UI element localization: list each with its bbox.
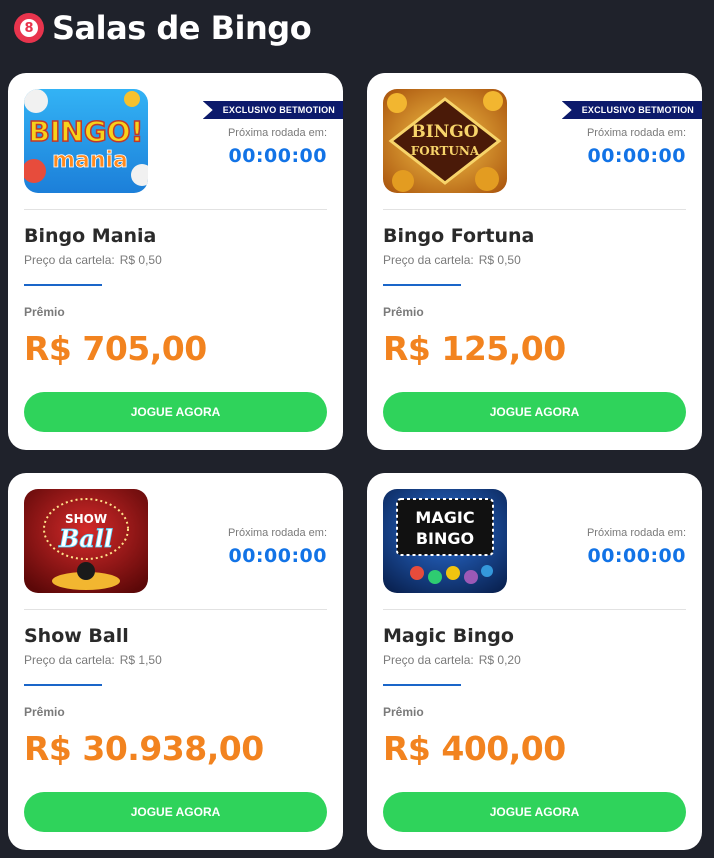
countdown-timer: 00:00:00: [228, 545, 327, 567]
thumb-title: MAGIC: [415, 508, 474, 527]
prize-value: R$ 30.938,00: [24, 729, 264, 768]
countdown-timer: 00:00:00: [587, 545, 686, 567]
price-label: Preço da cartela:: [383, 253, 474, 267]
prize-label: Prêmio: [24, 705, 65, 719]
room-thumbnail[interactable]: MAGIC BINGO: [383, 489, 507, 593]
divider: [24, 209, 327, 210]
prize-label: Prêmio: [383, 305, 424, 319]
page-header: 8 Salas de Bingo: [14, 8, 312, 48]
room-name: Bingo Fortuna: [383, 225, 535, 247]
card-price: Preço da cartela: R$ 0,50: [24, 253, 162, 267]
price-label: Preço da cartela:: [24, 253, 115, 267]
next-round-label: Próxima rodada em:: [586, 127, 686, 139]
price-value: R$ 0,50: [119, 253, 162, 267]
accent-line: [24, 684, 102, 686]
price-value: R$ 1,50: [119, 653, 162, 667]
play-now-button[interactable]: JOGUE AGORA: [383, 792, 686, 832]
accent-line: [383, 284, 461, 286]
exclusive-badge: EXCLUSIVO BETMOTION: [202, 101, 343, 119]
prize-label: Prêmio: [383, 705, 424, 719]
prize-value: R$ 125,00: [383, 329, 566, 368]
price-value: R$ 0,50: [478, 253, 521, 267]
next-round-label: Próxima rodada em:: [586, 527, 686, 539]
countdown-timer: 00:00:00: [587, 145, 686, 167]
room-card-magic-bingo[interactable]: MAGIC BINGO Próxima rodada em: 00:00:00 …: [367, 473, 702, 850]
thumb-subtitle: FORTUNA: [411, 144, 480, 158]
thumb-subtitle: Ball: [58, 524, 113, 553]
room-name: Magic Bingo: [383, 625, 514, 647]
play-now-button[interactable]: JOGUE AGORA: [383, 392, 686, 432]
room-thumbnail[interactable]: BINGO FORTUNA: [383, 89, 507, 193]
page-title: Salas de Bingo: [52, 9, 312, 47]
accent-line: [383, 684, 461, 686]
prize-label: Prêmio: [24, 305, 65, 319]
accent-line: [24, 284, 102, 286]
price-label: Preço da cartela:: [383, 653, 474, 667]
prize-value: R$ 705,00: [24, 329, 207, 368]
room-name: Bingo Mania: [24, 225, 157, 247]
price-value: R$ 0,20: [478, 653, 521, 667]
card-price: Preço da cartela: R$ 1,50: [24, 653, 162, 667]
prize-value: R$ 400,00: [383, 729, 566, 768]
next-round-label: Próxima rodada em:: [227, 527, 327, 539]
thumb-subtitle: BINGO: [416, 529, 474, 548]
play-now-button[interactable]: JOGUE AGORA: [24, 792, 327, 832]
divider: [383, 609, 686, 610]
divider: [24, 609, 327, 610]
card-price: Preço da cartela: R$ 0,20: [383, 653, 521, 667]
countdown-timer: 00:00:00: [228, 145, 327, 167]
card-price: Preço da cartela: R$ 0,50: [383, 253, 521, 267]
next-round-label: Próxima rodada em:: [227, 127, 327, 139]
room-card-bingo-mania[interactable]: BINGO! mania EXCLUSIVO BETMOTION Próxima…: [8, 73, 343, 450]
room-card-bingo-fortuna[interactable]: BINGO FORTUNA EXCLUSIVO BETMOTION Próxim…: [367, 73, 702, 450]
thumb-title: BINGO!: [29, 115, 144, 148]
price-label: Preço da cartela:: [24, 653, 115, 667]
bingo-ball-icon: 8: [14, 13, 44, 43]
exclusive-badge: EXCLUSIVO BETMOTION: [561, 101, 702, 119]
room-thumbnail[interactable]: SHOW Ball: [24, 489, 148, 593]
divider: [383, 209, 686, 210]
room-thumbnail[interactable]: BINGO! mania: [24, 89, 148, 193]
thumb-subtitle: mania: [52, 148, 128, 173]
room-card-show-ball[interactable]: SHOW Ball Próxima rodada em: 00:00:00 Sh…: [8, 473, 343, 850]
room-name: Show Ball: [24, 625, 129, 647]
thumb-title: BINGO: [411, 122, 478, 142]
play-now-button[interactable]: JOGUE AGORA: [24, 392, 327, 432]
